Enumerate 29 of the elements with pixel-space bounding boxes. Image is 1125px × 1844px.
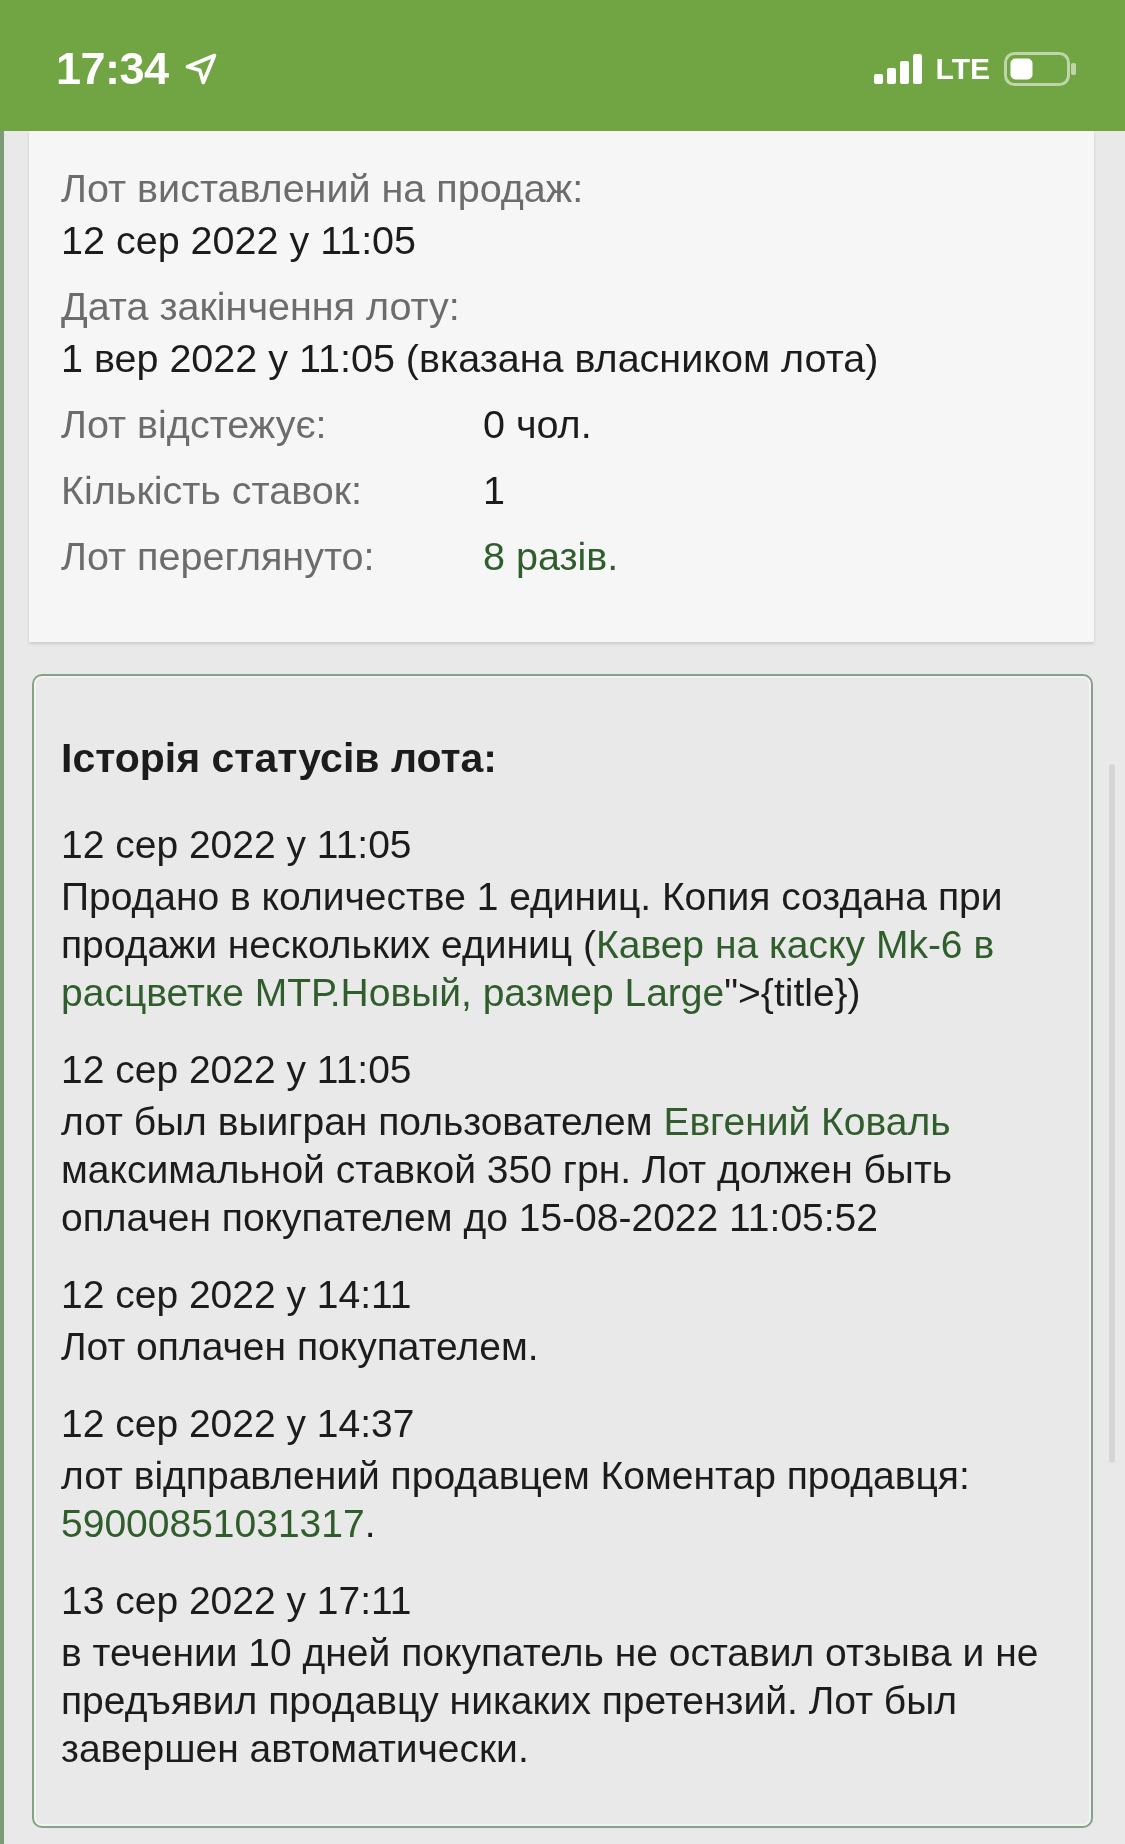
field-value: 1 [483, 468, 505, 512]
network-label: LTE [935, 53, 990, 84]
field-value: 12 сер 2022 у 11:05 [61, 218, 417, 262]
lot-link[interactable]: Евгений Коваль [663, 1100, 951, 1143]
signal-icon [873, 53, 924, 84]
status-date: 12 сер 2022 у 14:37 [61, 1402, 415, 1445]
status-text: лот был выигран пользователем Евгений Коваль максимальной ставкой 350 грн. Лот должен быть оплачен покупателем до 15-08-2022 11:05:52 [61, 1099, 954, 1241]
status-date: 12 сер 2022 у 14:11 [61, 1273, 412, 1316]
lot-link[interactable]: 59000851031317 [61, 1502, 365, 1545]
lot-link[interactable]: расцветке МТР.Новый, размер Large [61, 971, 725, 1014]
section-title: Історія статусів лота: [61, 735, 497, 781]
status-time: 17:34 [56, 46, 169, 91]
field-label: Дата закінчення лоту: [61, 284, 460, 328]
battery-icon [1004, 51, 1077, 86]
status-text: Продано в количестве 1 единиц. Копия создана при продажи нескольких единиц (Кавер на каску Mk-6 в расцветке МТР.Новый, размер Large">{title}) [61, 874, 1004, 1016]
status-text: лот відправлений продавцем Коментар продавця: 59000851031317. [61, 1453, 971, 1547]
status-date: 13 сер 2022 у 17:11 [61, 1579, 412, 1622]
field-label: Лот виставлений на продаж: [61, 166, 584, 210]
field-label: Лот переглянуто: [61, 534, 375, 578]
status-text: в течении 10 дней покупатель не оставил отзыва и не предъявил продавцу никаких претензий. Лот был завершен автоматически. [61, 1630, 1040, 1772]
status-text: Лот оплачен покупателем. [61, 1324, 540, 1370]
lot-link[interactable]: Кавер на каску Mk-6 в [596, 923, 995, 966]
field-value: 0 чол. [483, 402, 592, 446]
field-label: Лот відстежує: [61, 402, 327, 446]
status-date: 12 сер 2022 у 11:05 [61, 1048, 412, 1091]
field-label: Кількість ставок: [61, 468, 362, 512]
field-value: 1 вер 2022 у 11:05 (вказана власником лота) [61, 336, 879, 380]
value-link[interactable]: 8 разів. [483, 534, 619, 578]
status-date: 12 сер 2022 у 11:05 [61, 823, 412, 866]
